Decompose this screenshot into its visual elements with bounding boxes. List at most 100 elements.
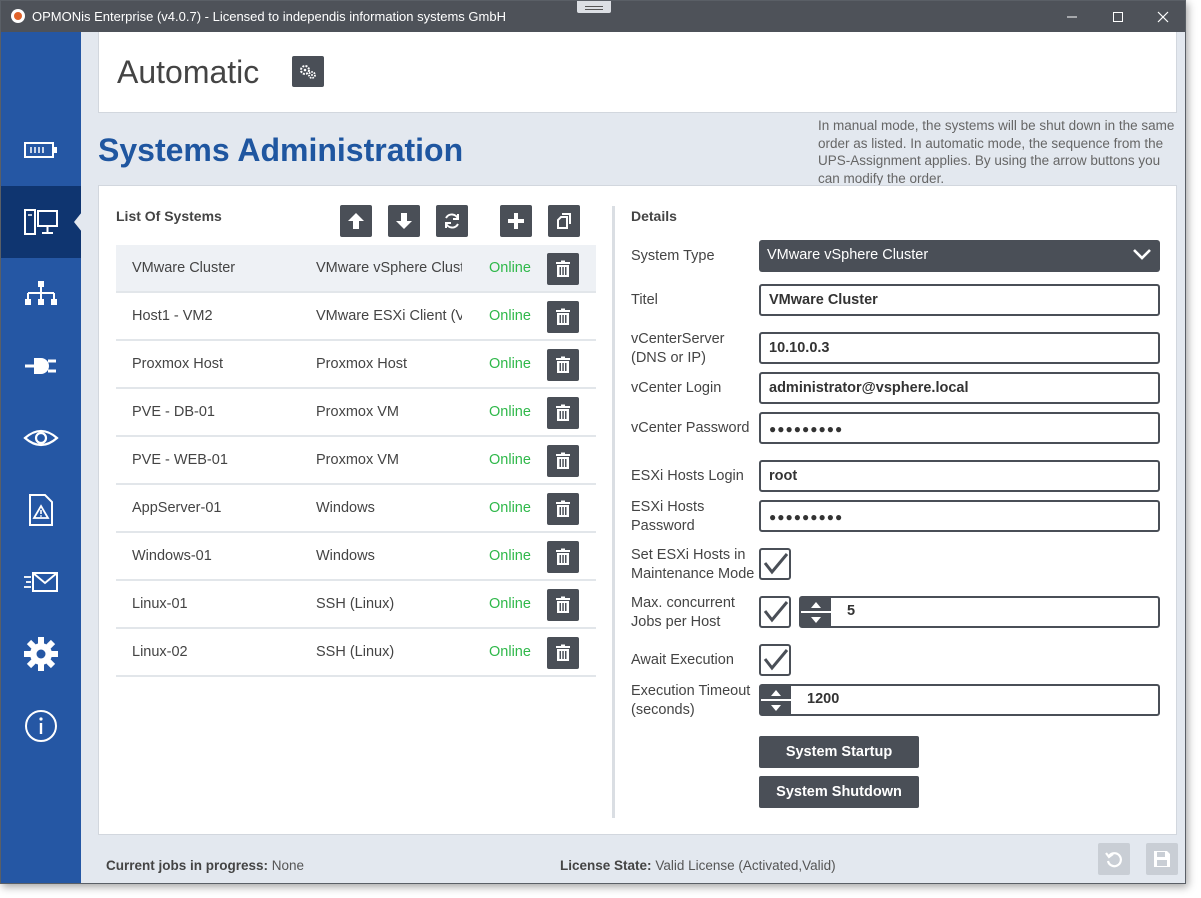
nav-network[interactable] [1,258,81,330]
nav-notifications[interactable] [1,546,81,618]
system-name: PVE - DB-01 [132,404,215,420]
close-button[interactable] [1140,1,1186,32]
save-button[interactable] [1146,843,1178,875]
nav-power[interactable] [1,330,81,402]
nav-systems[interactable] [1,186,82,258]
jobs-status-value: None [271,858,305,873]
license-status-label: License State: [560,858,652,873]
vcenter-password-field[interactable]: ●●●●●●●●● [759,412,1160,444]
title-bar[interactable]: OPMONis Enterprise (v4.0.7) - Licensed t… [1,1,1185,32]
add-system-button[interactable] [500,205,532,237]
delete-system-button[interactable] [547,349,579,381]
move-down-button[interactable] [388,205,420,237]
max-jobs-checkbox[interactable] [759,596,791,628]
table-row[interactable]: Linux-01 SSH (Linux) Online [116,581,596,629]
undo-button[interactable] [1098,843,1130,875]
vcenter-login-field[interactable]: administrator@vsphere.local [759,372,1160,404]
nav-monitoring[interactable] [1,402,81,474]
delete-system-button[interactable] [547,397,579,429]
delete-system-button[interactable] [547,301,579,333]
delete-system-button[interactable] [547,493,579,525]
esxi-login-field[interactable]: root [759,460,1160,492]
titel-label: Titel [631,292,658,308]
system-status: Online [489,548,531,564]
gear-icon [24,637,58,671]
move-up-button[interactable] [340,205,372,237]
stepper-up-button[interactable] [801,598,831,611]
nav-ups[interactable] [1,114,81,186]
table-row[interactable]: Proxmox Host Proxmox Host Online [116,341,596,389]
list-title: List Of Systems [116,208,222,224]
await-execution-label: Await Execution [631,652,734,668]
duplicate-system-button[interactable] [548,205,580,237]
delete-system-button[interactable] [547,445,579,477]
system-type-select[interactable]: VMware vSphere Cluster [759,240,1160,272]
system-status: Online [489,452,531,468]
delete-system-button[interactable] [547,589,579,621]
esxi-password-label: ESXi Hosts Password [631,499,705,534]
nav-info[interactable] [1,690,81,762]
max-jobs-stepper[interactable]: 5 [799,596,1160,628]
stepper-down-button[interactable] [801,613,831,626]
copy-icon [557,213,571,229]
delete-system-button[interactable] [547,541,579,573]
vcenter-password-label: vCenter Password [631,420,750,436]
trash-icon [556,452,570,469]
system-name: Linux-02 [132,644,188,660]
trash-icon [556,404,570,421]
system-type: Proxmox VM [316,452,399,468]
system-name: Linux-01 [132,596,188,612]
minimize-button[interactable] [1049,1,1095,32]
caret-down-icon [771,704,781,711]
window-title: OPMONis Enterprise (v4.0.7) - Licensed t… [32,9,506,24]
sidebar [1,32,82,883]
table-row[interactable]: PVE - WEB-01 Proxmox VM Online [116,437,596,485]
await-execution-checkbox[interactable] [759,644,791,676]
caret-down-icon [811,616,821,623]
vcenter-login-label: vCenter Login [631,380,722,396]
table-row[interactable]: VMware Cluster VMware vSphere Cluster On… [116,245,596,293]
system-startup-button[interactable]: System Startup [759,736,919,768]
gears-icon [300,64,316,79]
checkmark-icon [763,553,789,575]
stepper-down-button[interactable] [761,701,791,714]
drag-handle[interactable] [577,1,611,13]
trash-icon [556,644,570,661]
checkmark-icon [763,649,789,671]
mode-header: Automatic [98,32,1177,113]
license-status: License State: Valid License (Activated,… [560,858,836,873]
table-row[interactable]: PVE - DB-01 Proxmox VM Online [116,389,596,437]
info-icon [25,710,57,742]
stepper-up-button[interactable] [761,686,791,699]
maximize-button[interactable] [1095,1,1141,32]
system-type: VMware ESXi Client (VM) [316,308,462,324]
max-jobs-label: Max. concurrent Jobs per Host [631,595,735,630]
titel-field[interactable]: VMware Cluster [759,284,1160,316]
table-row[interactable]: Windows-01 Windows Online [116,533,596,581]
system-status: Online [489,500,531,516]
delete-system-button[interactable] [547,253,579,285]
refresh-button[interactable] [436,205,468,237]
execution-timeout-stepper[interactable]: 1200 [759,684,1160,716]
trash-icon [556,260,570,277]
page-title: Systems Administration [98,132,464,168]
system-type: SSH (Linux) [316,596,395,612]
minimize-icon [1067,16,1077,17]
mode-settings-button[interactable] [292,56,324,87]
system-type: Windows [316,548,375,564]
nav-events[interactable] [1,474,81,546]
system-type: Proxmox Host [316,356,408,372]
jobs-status-label: Current jobs in progress: [106,858,269,873]
system-name: PVE - WEB-01 [132,452,228,468]
esxi-login-label: ESXi Hosts Login [631,468,744,484]
table-row[interactable]: Linux-02 SSH (Linux) Online [116,629,596,677]
system-shutdown-button[interactable]: System Shutdown [759,776,919,808]
vcenter-server-field[interactable]: 10.10.0.3 [759,332,1160,364]
table-row[interactable]: Host1 - VM2 VMware ESXi Client (VM) Onli… [116,293,596,341]
esxi-password-field[interactable]: ●●●●●●●●● [759,500,1160,532]
maintenance-mode-checkbox[interactable] [759,548,791,580]
table-row[interactable]: AppServer-01 Windows Online [116,485,596,533]
delete-system-button[interactable] [547,637,579,669]
refresh-icon [445,213,459,229]
nav-settings[interactable] [1,618,81,690]
